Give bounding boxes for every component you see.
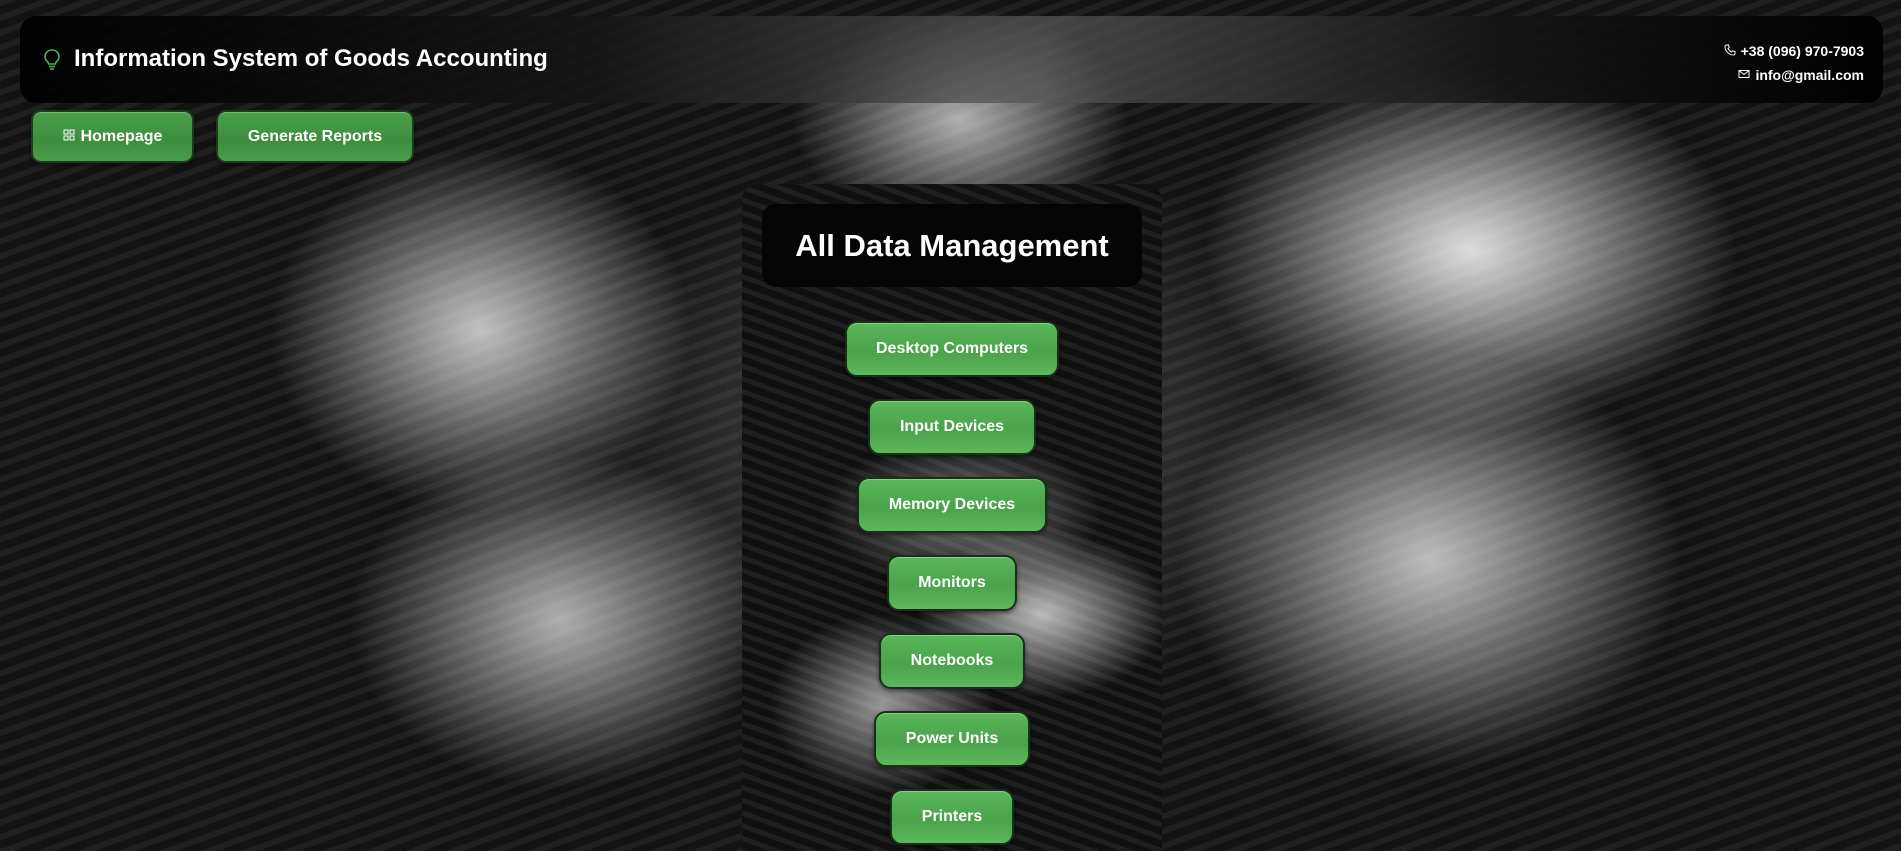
grid-icon bbox=[63, 128, 75, 146]
email-row: info@gmail.com bbox=[1724, 63, 1864, 87]
contact-info: +38 (096) 970-7903 info@gmail.com bbox=[1724, 39, 1864, 87]
category-label: Printers bbox=[921, 808, 983, 825]
category-label: Power Units bbox=[905, 730, 999, 747]
input-devices-button[interactable]: Input Devices bbox=[868, 399, 1036, 455]
memory-devices-button[interactable]: Memory Devices bbox=[857, 477, 1047, 533]
notebooks-button[interactable]: Notebooks bbox=[879, 633, 1025, 689]
category-label: Desktop Computers bbox=[875, 340, 1029, 357]
monitors-button[interactable]: Monitors bbox=[887, 555, 1017, 611]
app-title: Information System of Goods Accounting bbox=[74, 45, 548, 72]
phone-icon bbox=[1724, 39, 1736, 63]
category-label: Notebooks bbox=[910, 652, 994, 669]
phone-number[interactable]: +38 (096) 970-7903 bbox=[1741, 39, 1864, 63]
power-units-button[interactable]: Power Units bbox=[874, 711, 1030, 767]
email-address[interactable]: info@gmail.com bbox=[1755, 63, 1864, 87]
generate-reports-button[interactable]: Generate Reports bbox=[216, 110, 414, 163]
printers-button[interactable]: Printers bbox=[890, 789, 1014, 845]
lightbulb-icon bbox=[42, 48, 62, 70]
desktop-computers-button[interactable]: Desktop Computers bbox=[845, 321, 1059, 377]
brand: Information System of Goods Accounting bbox=[42, 45, 548, 73]
homepage-label: Homepage bbox=[80, 127, 163, 145]
generate-reports-label: Generate Reports bbox=[247, 127, 383, 145]
phone-row: +38 (096) 970-7903 bbox=[1724, 39, 1864, 63]
category-label: Input Devices bbox=[899, 418, 1005, 435]
top-header: Information System of Goods Accounting +… bbox=[20, 16, 1883, 103]
category-label: Monitors bbox=[918, 574, 986, 591]
data-management-panel: All Data Management Desktop Computers In… bbox=[742, 184, 1162, 851]
panel-title-box: All Data Management bbox=[762, 204, 1142, 287]
panel-title: All Data Management bbox=[795, 227, 1109, 263]
category-label: Memory Devices bbox=[888, 496, 1016, 513]
homepage-button[interactable]: Homepage bbox=[31, 110, 194, 163]
envelope-icon bbox=[1738, 63, 1750, 87]
